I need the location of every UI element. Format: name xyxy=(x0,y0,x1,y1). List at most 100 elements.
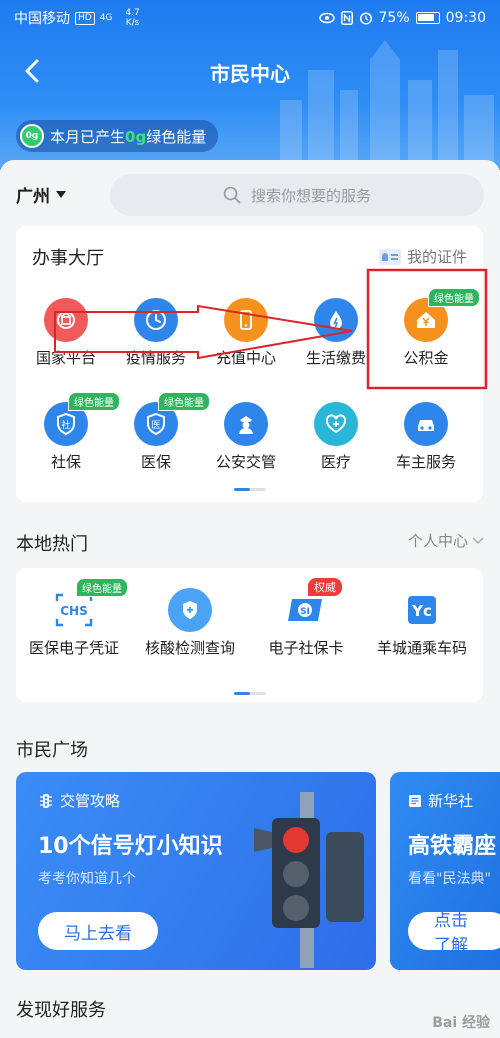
banner-tag-label: 交管攻略 xyxy=(60,792,121,810)
hot-item-nucleic[interactable]: 核酸检测查询 xyxy=(132,588,248,658)
water-drop-icon xyxy=(314,298,358,342)
learn-more-button[interactable]: 点击了解 xyxy=(408,911,500,956)
eye-icon xyxy=(318,12,335,24)
local-hot-title: 本地热门 xyxy=(16,534,88,555)
speed-unit: K/s xyxy=(125,18,140,28)
energy-text: 本月已产生0g绿色能量 xyxy=(50,126,206,147)
service-police-traffic[interactable]: 公安交管 xyxy=(201,402,291,472)
page-title: 市民中心 xyxy=(210,62,290,86)
phone-recharge-icon xyxy=(224,298,268,342)
service-hall-card: 办事大厅 我的证件 国家平台 疫情服务 充值中心 生活缴费 绿色能量 公积金 绿… xyxy=(16,226,483,502)
ride-code-icon: Yc xyxy=(400,588,444,632)
watermark: Bai 经验 xyxy=(432,1015,490,1031)
banner-subtitle: 看看"民法典" xyxy=(408,871,491,887)
service-label: 社保 xyxy=(50,453,81,471)
green-energy-banner[interactable]: 0g 本月已产生0g绿色能量 xyxy=(16,120,219,152)
car-icon xyxy=(404,402,448,446)
city-name: 广州 xyxy=(16,187,50,207)
hot-item-label: 核酸检测查询 xyxy=(144,639,235,657)
banner-headline: 高铁霸座 xyxy=(408,834,497,859)
chevron-down-icon xyxy=(472,536,484,544)
service-label: 充值中心 xyxy=(215,349,276,367)
green-energy-icon: 0g xyxy=(20,124,44,148)
police-icon xyxy=(224,402,268,446)
banner-tag-label: 新华社 xyxy=(428,792,474,810)
service-medical-insurance[interactable]: 绿色能量 医 医保 xyxy=(111,392,210,472)
personal-center-link[interactable]: 个人中心 xyxy=(408,530,484,551)
hot-item-label: 医保电子凭证 xyxy=(28,639,119,657)
service-recharge[interactable]: 充值中心 xyxy=(201,298,291,368)
authority-badge: 权威 xyxy=(308,578,342,596)
service-label: 医保 xyxy=(140,453,171,471)
carrier: 中国移动 xyxy=(14,11,70,27)
service-utility-payment[interactable]: 生活缴费 xyxy=(291,298,381,368)
id-card-icon xyxy=(378,248,401,265)
hot-item-social-card[interactable]: 权威 SI 电子社保卡 xyxy=(248,578,364,658)
hot-item-label: 电子社保卡 xyxy=(268,639,344,657)
service-hall-title: 办事大厅 xyxy=(32,248,104,269)
city-skyline-decoration xyxy=(280,40,494,170)
banner-subtitle: 考考你知道几个 xyxy=(38,871,136,887)
svg-text:社: 社 xyxy=(61,419,70,431)
service-label: 公积金 xyxy=(403,349,449,367)
traffic-light-illustration xyxy=(254,792,364,968)
search-placeholder: 搜索你想要的服务 xyxy=(250,186,371,205)
banner-xinhua[interactable]: 新华社 高铁霸座 看看"民法典" 点击了解 xyxy=(390,772,500,970)
energy-text-pre: 本月已产生 xyxy=(50,127,126,146)
service-social-security[interactable]: 绿色能量 社 社保 xyxy=(21,392,120,472)
network-speed: 4.7 K/s xyxy=(125,8,139,28)
page-indicator xyxy=(233,692,266,695)
clock: 09:30 xyxy=(445,10,486,26)
service-medical[interactable]: 医疗 xyxy=(291,402,381,472)
green-energy-badge: 绿色能量 xyxy=(76,578,128,597)
health-shield-icon xyxy=(168,588,212,632)
header: 中国移动 HD 4G 4.7 K/s 75% 09:30 市民中心 0g 本月已产… xyxy=(0,0,500,170)
main-content: 广州 搜索你想要的服务 办事大厅 我的证件 国家平台 疫情服务 充值中心 生活缴… xyxy=(0,160,500,1038)
energy-value: 0g xyxy=(125,127,147,146)
view-now-button[interactable]: 马上去看 xyxy=(38,912,158,950)
service-car-owner[interactable]: 车主服务 xyxy=(381,402,471,472)
service-label: 生活缴费 xyxy=(305,349,366,367)
svg-text:医: 医 xyxy=(151,420,160,431)
service-housing-fund[interactable]: 绿色能量 公积金 xyxy=(381,288,480,368)
search-icon xyxy=(223,186,241,204)
speed-value: 4.7 xyxy=(125,8,140,18)
hot-item-label: 羊城通乘车码 xyxy=(376,639,467,657)
my-certificates-label: 我的证件 xyxy=(406,248,467,266)
signal-icon: 4G xyxy=(99,13,113,23)
traffic-light-icon xyxy=(40,793,52,808)
service-label: 国家平台 xyxy=(35,349,96,367)
medical-cross-icon xyxy=(314,402,358,446)
caret-down-icon xyxy=(56,191,66,198)
service-label: 车主服务 xyxy=(395,453,456,471)
service-epidemic[interactable]: 疫情服务 xyxy=(111,298,201,368)
energy-text-post: 绿色能量 xyxy=(146,127,207,146)
battery-percent: 75% xyxy=(378,10,410,26)
my-certificates-link[interactable]: 我的证件 xyxy=(378,246,467,267)
status-bar: 中国移动 HD 4G 4.7 K/s 75% 09:30 xyxy=(0,0,500,36)
banner-tag: 新华社 xyxy=(408,790,473,811)
local-hot-card: 绿色能量 CHS 医保电子凭证 核酸检测查询 权威 SI 电子社保卡 Yc 羊城… xyxy=(16,568,483,702)
nfc-icon xyxy=(340,11,353,25)
svg-text:Yc: Yc xyxy=(411,602,432,620)
search-input[interactable]: 搜索你想要的服务 xyxy=(110,174,484,216)
service-label: 公安交管 xyxy=(215,453,276,471)
hd-icon: HD xyxy=(75,11,95,25)
svg-text:CHS: CHS xyxy=(60,604,88,618)
page-indicator xyxy=(233,488,266,491)
alarm-icon xyxy=(359,12,372,25)
news-icon xyxy=(409,794,421,807)
service-national-platform[interactable]: 国家平台 xyxy=(21,298,111,368)
banner-tag: 交管攻略 xyxy=(38,790,120,811)
banner-traffic-guide[interactable]: 交管攻略 10个信号灯小知识 考考你知道几个 马上去看 xyxy=(16,772,376,970)
banner-headline: 10个信号灯小知识 xyxy=(38,834,223,859)
hot-item-ride-code[interactable]: Yc 羊城通乘车码 xyxy=(364,588,480,658)
svg-text:SI: SI xyxy=(300,607,310,617)
citizen-plaza-title: 市民广场 xyxy=(16,740,88,761)
hot-item-chs[interactable]: 绿色能量 CHS 医保电子凭证 xyxy=(16,578,132,658)
service-label: 疫情服务 xyxy=(125,349,186,367)
city-selector[interactable]: 广州 xyxy=(16,182,66,207)
national-platform-icon xyxy=(44,298,88,342)
personal-center-label: 个人中心 xyxy=(407,532,468,550)
discover-services-title: 发现好服务 xyxy=(16,1000,106,1021)
